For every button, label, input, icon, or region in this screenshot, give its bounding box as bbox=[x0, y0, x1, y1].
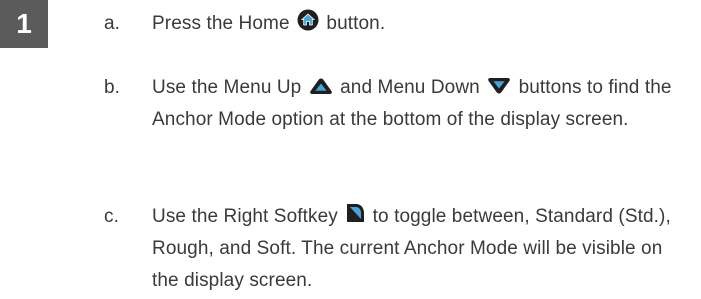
instruction-marker: b. bbox=[104, 77, 121, 98]
instruction-text: Use the Menu Up and Menu Down buttons to… bbox=[152, 72, 694, 136]
step-number: 1 bbox=[16, 8, 32, 39]
right-softkey-icon bbox=[345, 202, 365, 224]
instruction-item-b: b. Use the Menu Up and Menu Down buttons… bbox=[104, 72, 694, 136]
instruction-text-part: button. bbox=[326, 13, 386, 34]
step-number-badge: 1 bbox=[0, 0, 48, 48]
instruction-item-c: c. Use the Right Softkey to toggle betwe… bbox=[104, 201, 694, 297]
instruction-text-part: Press the Home bbox=[152, 13, 290, 34]
instruction-marker: a. bbox=[104, 13, 121, 34]
instruction-text: Use the Right Softkey to toggle between,… bbox=[152, 201, 694, 297]
instruction-marker: c. bbox=[104, 206, 119, 227]
instruction-text-part: and Menu Down bbox=[340, 77, 480, 98]
home-button-icon bbox=[297, 9, 319, 31]
instruction-text-part: Use the Right Softkey bbox=[152, 206, 338, 227]
instruction-text: Press the Home button. bbox=[152, 8, 694, 40]
menu-up-button-icon bbox=[309, 77, 333, 95]
menu-down-button-icon bbox=[487, 77, 511, 95]
instruction-item-a: a. Press the Home button. bbox=[104, 8, 694, 40]
instruction-text-part: Use the Menu Up bbox=[152, 77, 302, 98]
